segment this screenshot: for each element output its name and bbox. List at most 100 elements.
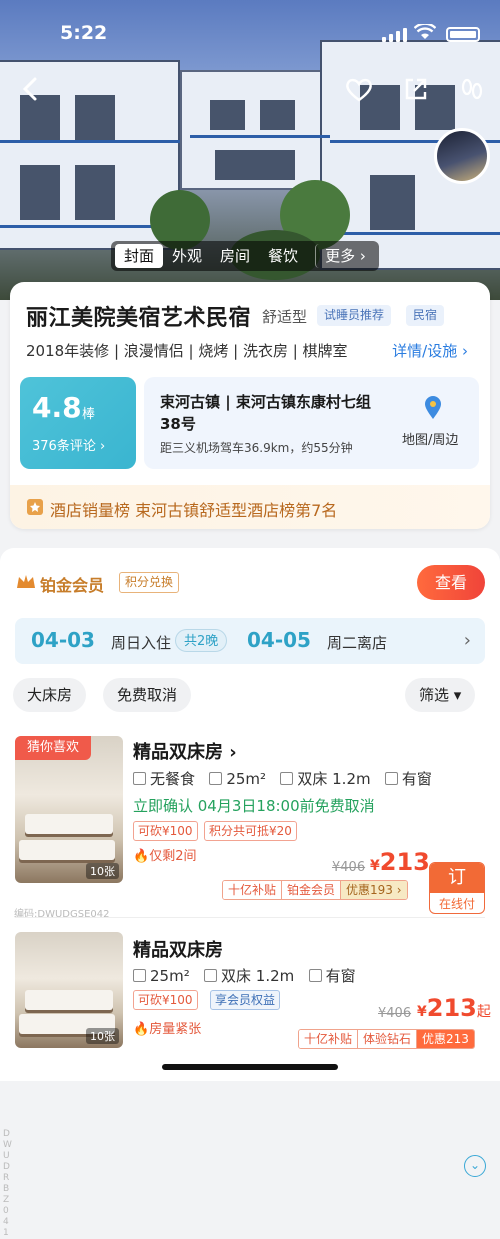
crown-icon <box>17 575 35 588</box>
balcony-rail <box>330 232 500 235</box>
hotel-info-card: 丽江美院美宿艺术民宿 舒适型 试睡员推荐 民宿 2018年装修 | 浪漫情侣 |… <box>10 282 490 529</box>
book-label: 订 <box>430 863 484 893</box>
promo-bar[interactable]: 十亿补贴 体验钻石 优惠213 <box>298 1029 475 1049</box>
window-info: 有窗 <box>401 770 432 788</box>
address-box[interactable]: 束河古镇 | 束河古镇东康村七组38号 距三义机场驾车36.9km，约55分钟 … <box>144 377 479 469</box>
bed-info: 双床 1.2m <box>297 770 371 788</box>
map-nearby-link[interactable]: 地图/周边 <box>402 429 458 448</box>
status-bar: 5:22 <box>0 18 500 48</box>
status-time: 5:22 <box>60 22 108 44</box>
sales-ranking-banner[interactable]: 酒店销量榜 束河古镇舒适型酒店榜第7名 <box>10 485 490 529</box>
window <box>260 100 295 130</box>
hotel-features: 2018年装修 | 浪漫情侣 | 烧烤 | 洗衣房 | 棋牌室 <box>26 342 348 360</box>
bed-icon <box>204 969 218 982</box>
balcony-rail <box>0 140 180 143</box>
photo-category-tabs: 封面 外观 房间 餐饮 更多 › <box>111 241 379 271</box>
room-attributes: 25m² 双床 1.2m 有窗 <box>133 965 356 986</box>
room-card[interactable]: 猜你喜欢 10张 编码:DWUDGSE042 精品双床房 › 无餐食 25m² … <box>0 718 500 920</box>
checkin-label: 周日入住 <box>111 634 172 652</box>
details-facilities-link[interactable]: 详情/设施 › <box>392 340 468 361</box>
map-pin-icon <box>425 396 441 419</box>
signal-icon <box>382 28 408 42</box>
checkout-date: 04-05 <box>247 628 311 652</box>
tab-rooms[interactable]: 房间 <box>211 244 259 268</box>
bargain-tag: 可砍¥100 <box>133 990 198 1010</box>
checkin-date: 04-03 <box>31 628 95 652</box>
area-icon <box>133 969 146 982</box>
room-name[interactable]: 精品双床房 <box>133 936 223 962</box>
window <box>20 165 60 220</box>
ranking-badge-icon <box>27 499 43 515</box>
rating-score: 4.8 <box>32 391 82 424</box>
filter-chip-free-cancel[interactable]: 免费取消 <box>103 678 192 712</box>
balcony-rail <box>190 135 330 138</box>
promo-discount: 优惠213 <box>417 1030 474 1048</box>
window-icon <box>308 969 322 982</box>
bed-shape <box>25 814 113 834</box>
fire-icon: 🔥 <box>133 849 150 864</box>
footprint-icon[interactable] <box>455 72 489 106</box>
bed-shape <box>25 990 113 1010</box>
bargain-tag: 可砍¥100 <box>133 821 198 841</box>
share-icon[interactable] <box>399 72 433 106</box>
airport-distance: 距三义机场驾车36.9km，约55分钟 <box>160 441 353 455</box>
tab-more[interactable]: 更多 › <box>315 244 375 268</box>
confirm-cancel-policy: 立即确认 04月3日18:00前免费取消 <box>133 797 375 815</box>
window <box>210 100 245 130</box>
favorite-heart-icon[interactable] <box>342 72 376 106</box>
area-icon <box>209 772 223 785</box>
filter-button[interactable]: 筛选 ▾ <box>405 678 476 712</box>
tab-cover[interactable]: 封面 <box>115 244 164 268</box>
room-list: 猜你喜欢 10张 编码:DWUDGSE042 精品双床房 › 无餐食 25m² … <box>0 718 500 1238</box>
room-price: ¥213 <box>370 848 430 876</box>
promo-subsidy: 十亿补贴 <box>299 1030 359 1048</box>
window <box>370 175 415 230</box>
back-icon[interactable] <box>14 72 48 106</box>
view-membership-button[interactable]: 查看 <box>417 565 485 600</box>
tab-exterior[interactable]: 外观 <box>163 244 211 268</box>
hotel-thumbnail-avatar[interactable] <box>434 128 490 184</box>
book-button[interactable]: 订 在线付 <box>429 862 485 914</box>
points-exchange-badge[interactable]: 积分兑换 <box>119 572 180 593</box>
guess-you-like-badge: 猜你喜欢 <box>15 736 91 760</box>
meal-icon <box>133 772 146 785</box>
tag-recommended: 试睡员推荐 <box>317 305 392 326</box>
checkout-label: 周二离店 <box>327 634 388 652</box>
photo-count: 10张 <box>86 1028 119 1044</box>
bed-info: 双床 1.2m <box>221 967 295 985</box>
promo-discount: 优惠193 › <box>341 881 407 899</box>
booking-panel: 铂金会员 积分兑换 查看 04-03 周日入住 共2晚 04-05 周二离店 ›… <box>0 548 500 733</box>
room-price: ¥213起 <box>417 994 491 1022</box>
expand-chevron-icon[interactable]: ⌄ <box>464 1155 486 1177</box>
promo-diamond: 体验钻石 <box>358 1030 418 1048</box>
fire-icon: 🔥 <box>133 1022 150 1037</box>
window-icon <box>384 772 398 785</box>
area-info: 25m² <box>150 967 190 985</box>
window-info: 有窗 <box>325 967 356 985</box>
bed-shape <box>19 840 115 860</box>
room-card[interactable]: DWUDRBZ041 10张 精品双床房 ⌄ 25m² 双床 1.2m 有窗 可… <box>0 918 500 1238</box>
scarcity-notice: 🔥仅剩2间 <box>133 849 197 864</box>
pay-online-label: 在线付 <box>438 897 475 911</box>
room-attributes: 无餐食 25m² 双床 1.2m 有窗 <box>133 768 432 789</box>
points-tag: 积分共可抵¥20 <box>204 821 297 841</box>
original-price: ¥406 <box>332 860 366 875</box>
promo-subsidy: 十亿补贴 <box>223 881 283 899</box>
tab-dining[interactable]: 餐饮 <box>259 244 307 268</box>
promo-member: 铂金会员 <box>282 881 342 899</box>
nights-count: 共2晚 <box>175 629 228 652</box>
room-name[interactable]: 精品双床房 › <box>133 738 237 764</box>
membership-level: 铂金会员 <box>40 576 105 595</box>
room-photo[interactable]: 10张 <box>15 932 123 1048</box>
bed-icon <box>280 772 294 785</box>
home-indicator[interactable] <box>162 1064 338 1070</box>
rating-box[interactable]: 4.8 棒 376条评论 › <box>20 377 136 469</box>
scarcity-notice: 🔥房量紧张 <box>133 1022 202 1037</box>
meal-info: 无餐食 <box>150 770 196 788</box>
battery-icon <box>446 27 480 42</box>
date-selector[interactable]: 04-03 周日入住 共2晚 04-05 周二离店 › <box>15 618 485 664</box>
filter-chip-king-bed[interactable]: 大床房 <box>13 678 87 712</box>
rating-word: 棒 <box>82 407 96 422</box>
promo-bar[interactable]: 十亿补贴 铂金会员 优惠193 › <box>222 880 408 900</box>
hotel-name: 丽江美院美宿艺术民宿 <box>26 306 252 331</box>
